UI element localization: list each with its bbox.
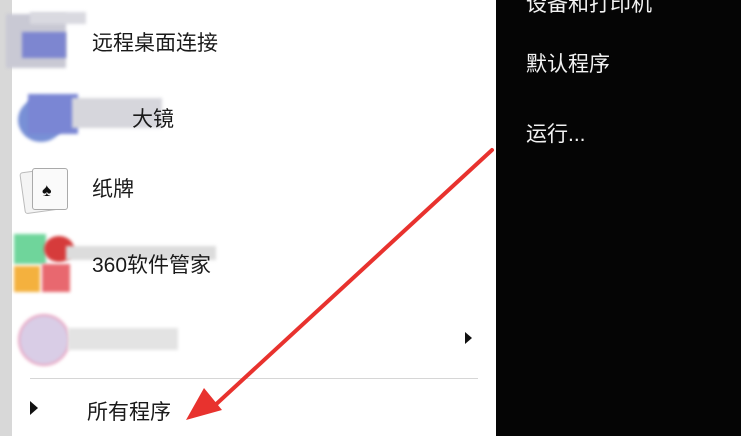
program-item-solitaire[interactable]: ♠ 纸牌 — [12, 156, 496, 220]
program-item-remote-desktop[interactable]: 远程桌面连接 — [6, 10, 496, 74]
program-item-360-software-manager[interactable]: 360软件管家 — [12, 232, 496, 296]
program-item-magnifier[interactable]: 大镜 — [12, 86, 496, 150]
program-label: 360软件管家 — [92, 254, 212, 277]
menu-divider — [30, 378, 478, 379]
right-item-default-programs[interactable]: 默认程序 — [526, 48, 610, 78]
all-programs-button[interactable]: 所有程序 — [12, 388, 496, 430]
all-programs-label: 所有程序 — [87, 401, 171, 424]
start-menu-programs-pane: 远程桌面连接 大镜 ♠ 纸牌 360软件管家 所有程序 — [0, 0, 496, 436]
program-label: 远程桌面连接 — [92, 32, 218, 55]
solitaire-icon: ♠ — [18, 164, 68, 215]
right-item-devices-printers[interactable]: 设备和打印机 — [526, 0, 652, 18]
remote-desktop-icon — [6, 12, 86, 68]
360-software-manager-icon — [14, 234, 216, 292]
submenu-arrow-icon[interactable] — [465, 332, 472, 344]
magnifier-icon — [18, 94, 162, 142]
blurred-app-icon — [18, 314, 178, 366]
start-menu-right-pane: 设备和打印机 默认程序 运行... — [496, 0, 741, 436]
program-label: 大镜 — [132, 108, 174, 131]
program-label: 纸牌 — [92, 178, 134, 201]
program-item-blurred[interactable] — [12, 306, 496, 370]
expand-arrow-icon — [30, 401, 38, 415]
right-item-run[interactable]: 运行... — [526, 118, 586, 148]
